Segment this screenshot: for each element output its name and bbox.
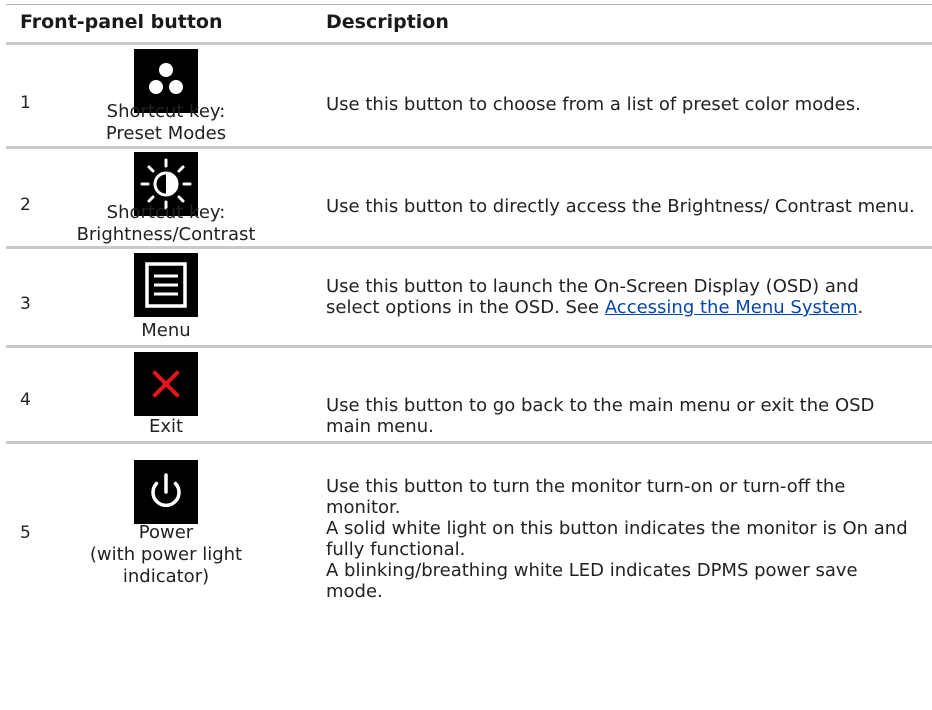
caption-line: Shortcut key: [106, 202, 226, 223]
button-caption: Power (with power light indicator) [66, 522, 266, 588]
row-number: 2 [20, 195, 31, 215]
caption-line: indicator) [122, 566, 210, 587]
table-row: 2 Shortcut key: Brightness/Contrast Use … [6, 149, 932, 249]
header-front-panel-button: Front-panel button [20, 11, 223, 33]
exit-x-icon [134, 352, 198, 416]
button-caption: Menu [66, 320, 266, 342]
caption-line: Menu [141, 320, 191, 341]
header-description: Description [326, 11, 449, 33]
description-text: . [857, 297, 864, 318]
caption-line: Power [138, 522, 194, 543]
description-line: Use this button to turn the monitor turn… [326, 476, 846, 518]
row-description: Use this button to choose from a list of… [326, 94, 861, 115]
power-icon [134, 460, 198, 524]
button-caption: Shortcut key: Brightness/Contrast [66, 202, 266, 246]
menu-icon [134, 253, 198, 317]
description-line: A solid white light on this button indic… [326, 518, 908, 560]
row-description: Use this button to directly access the B… [326, 196, 915, 217]
caption-line: Exit [148, 416, 184, 437]
caption-line: (with power light [89, 544, 243, 565]
accessing-menu-system-link[interactable]: Accessing the Menu System [605, 297, 858, 318]
front-panel-button-table: Front-panel button Description 1 Shortcu… [6, 4, 932, 644]
caption-line: Preset Modes [105, 123, 227, 144]
row-description: Use this button to turn the monitor turn… [326, 476, 916, 602]
row-number: 1 [20, 93, 31, 113]
table-row: 4 Exit Use this button to go back to the… [6, 348, 932, 444]
row-number: 3 [20, 294, 31, 314]
row-number: 4 [20, 390, 31, 410]
button-caption: Shortcut key: Preset Modes [66, 101, 266, 145]
caption-line: Shortcut key: [106, 101, 226, 122]
row-number: 5 [20, 523, 31, 543]
description-line: A blinking/breathing white LED indicates… [326, 560, 858, 602]
table-row: 5 Power (with power light indicator) Use… [6, 444, 932, 644]
row-description: Use this button to go back to the main m… [326, 395, 875, 437]
button-caption: Exit [66, 416, 266, 438]
table-header: Front-panel button Description [6, 5, 932, 45]
row-description: Use this button to launch the On-Screen … [326, 276, 916, 318]
table-row: 3 Menu Use this button to launch the On-… [6, 249, 932, 348]
table-row: 1 Shortcut key: Preset Modes Use this bu… [6, 45, 932, 149]
caption-line: Brightness/Contrast [76, 224, 256, 245]
